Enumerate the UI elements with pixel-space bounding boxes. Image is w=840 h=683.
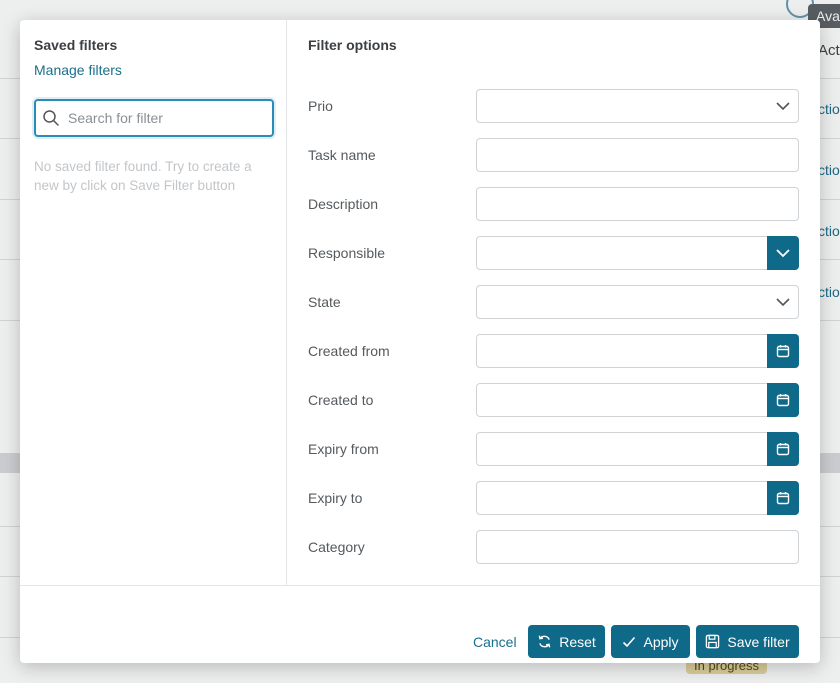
save-filter-button[interactable]: Save filter: [696, 625, 799, 658]
calendar-icon: [776, 492, 790, 505]
created-from-date-input[interactable]: [476, 334, 799, 368]
save-icon: [706, 634, 720, 649]
calendar-button[interactable]: [767, 334, 799, 368]
chevron-down-icon: [776, 249, 790, 258]
created-to-date-input[interactable]: [476, 383, 799, 417]
filter-options-pane: Filter options Prio Task name Descriptio…: [287, 20, 820, 585]
responsible-dropdown-button[interactable]: [767, 236, 799, 270]
refresh-icon: [538, 635, 551, 648]
calendar-icon: [776, 443, 790, 456]
field-row-description: Description: [308, 187, 799, 221]
save-filter-button-label: Save filter: [727, 633, 790, 650]
apply-button[interactable]: Apply: [611, 625, 690, 658]
saved-filters-pane: Saved filters Manage filters No saved fi…: [20, 20, 287, 585]
check-icon: [623, 636, 636, 647]
field-label: Created from: [308, 343, 390, 359]
task-name-input[interactable]: [476, 138, 799, 172]
chevron-down-icon: [776, 298, 790, 307]
filter-modal: Saved filters Manage filters No saved fi…: [20, 20, 820, 663]
filter-search-box[interactable]: [34, 99, 274, 137]
field-label: Description: [308, 196, 379, 212]
field-label: State: [308, 294, 341, 310]
state-select[interactable]: [476, 285, 799, 319]
calendar-icon: [776, 345, 790, 358]
field-label: Prio: [308, 98, 333, 114]
field-label: Category: [308, 539, 365, 555]
field-row-category: Category: [308, 530, 799, 564]
filter-search-input[interactable]: [66, 109, 260, 127]
modal-footer: Cancel Reset Apply Save filter: [20, 585, 820, 663]
reset-button[interactable]: Reset: [528, 625, 605, 658]
field-row-task-name: Task name: [308, 138, 799, 172]
calendar-button[interactable]: [767, 432, 799, 466]
manage-filters-link[interactable]: Manage filters: [34, 62, 122, 78]
calendar-button[interactable]: [767, 383, 799, 417]
field-row-responsible: Responsible: [308, 236, 799, 270]
field-label: Expiry from: [308, 441, 379, 457]
field-label: Created to: [308, 392, 374, 408]
responsible-input[interactable]: [476, 236, 799, 270]
field-row-prio: Prio: [308, 89, 799, 123]
field-row-created-from: Created from: [308, 334, 799, 368]
field-label: Task name: [308, 147, 376, 163]
field-label: Responsible: [308, 245, 386, 261]
cancel-button[interactable]: Cancel: [473, 634, 517, 650]
category-input[interactable]: [476, 530, 799, 564]
field-row-expiry-to: Expiry to: [308, 481, 799, 515]
apply-button-label: Apply: [643, 633, 679, 650]
field-row-state: State: [308, 285, 799, 319]
chevron-down-icon: [776, 102, 790, 111]
reset-button-label: Reset: [559, 633, 596, 650]
calendar-button[interactable]: [767, 481, 799, 515]
empty-saved-filters-message: No saved filter found. Try to create a n…: [34, 159, 252, 193]
field-label: Expiry to: [308, 490, 363, 506]
calendar-icon: [776, 394, 790, 407]
description-input[interactable]: [476, 187, 799, 221]
field-row-expiry-from: Expiry from: [308, 432, 799, 466]
prio-select[interactable]: [476, 89, 799, 123]
field-row-created-to: Created to: [308, 383, 799, 417]
filter-options-title: Filter options: [308, 37, 397, 53]
expiry-to-date-input[interactable]: [476, 481, 799, 515]
expiry-from-date-input[interactable]: [476, 432, 799, 466]
saved-filters-title: Saved filters: [34, 37, 118, 53]
search-icon: [43, 110, 59, 126]
